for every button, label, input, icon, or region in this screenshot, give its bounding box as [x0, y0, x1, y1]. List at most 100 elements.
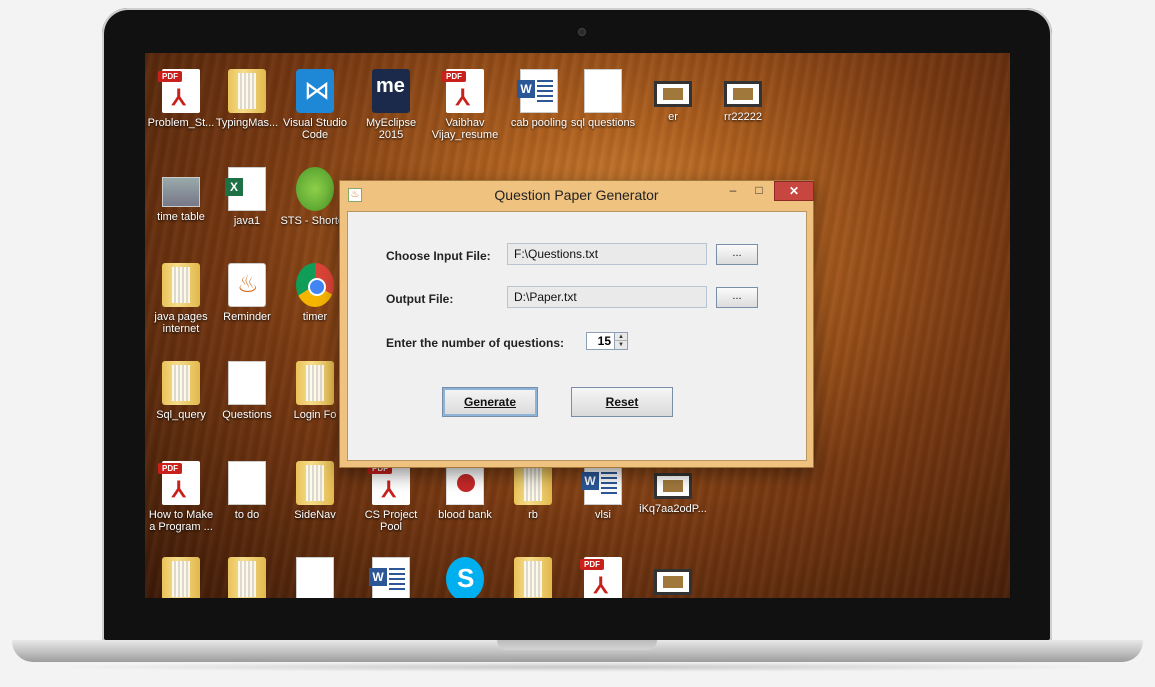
- desktop-icon[interactable]: [145, 557, 217, 598]
- desktop-icon-label: vlsi: [595, 509, 611, 521]
- text-doc-icon: [584, 69, 622, 113]
- desktop-icon[interactable]: CS Project Pool: [355, 461, 427, 533]
- desktop-icon[interactable]: MyEclipse 2015: [355, 69, 427, 141]
- desktop-icon[interactable]: Vaibhav Vijay_resume: [429, 69, 501, 141]
- excel-icon: [225, 167, 266, 211]
- desktop-icon-label: Visual Studio Code: [282, 117, 347, 141]
- desktop-icon[interactable]: [567, 557, 639, 598]
- input-file-label: Choose Input File:: [386, 249, 491, 263]
- desktop-icon-label: How to Make a Program ...: [148, 509, 214, 533]
- webcam-icon: [578, 28, 586, 36]
- text-doc-icon: [228, 361, 266, 405]
- desktop-icon[interactable]: to do: [211, 461, 283, 521]
- desktop-icon-label: cab pooling: [510, 117, 568, 129]
- desktop-icon[interactable]: [211, 557, 283, 598]
- desktop-icon-label: Sql_query: [156, 409, 206, 421]
- desktop-icon-label: Questions: [222, 409, 272, 421]
- desktop-icon-label: MyEclipse 2015: [365, 117, 417, 141]
- close-button[interactable]: ✕: [774, 181, 814, 201]
- folder-icon: [296, 461, 334, 505]
- maximize-button[interactable]: □: [746, 181, 772, 201]
- java-icon: [228, 263, 266, 307]
- folder-icon: [162, 263, 200, 307]
- desktop-icon[interactable]: [355, 557, 427, 598]
- word-doc-icon: [517, 69, 558, 113]
- desktop-icon-label: rb: [528, 509, 538, 521]
- question-count-label: Enter the number of questions:: [386, 336, 565, 350]
- desktop-icon[interactable]: How to Make a Program ...: [145, 461, 217, 533]
- desktop-icon[interactable]: rr22222: [707, 69, 779, 123]
- desktop-icon-label: sql questions: [570, 117, 636, 129]
- desktop-icon-label: time table: [157, 211, 205, 223]
- word-doc-icon: [369, 557, 410, 598]
- desktop-icon-label: rr22222: [724, 111, 762, 123]
- desktop-icon[interactable]: [429, 557, 501, 598]
- desktop-icon[interactable]: cab pooling: [503, 69, 575, 129]
- laptop-base-notch: [497, 640, 657, 650]
- minimize-button[interactable]: –: [720, 181, 746, 201]
- desktop-icon[interactable]: blood bank: [429, 461, 501, 521]
- input-browse-button[interactable]: ...: [716, 244, 758, 265]
- slide-icon: [654, 81, 692, 107]
- dialog-content: Choose Input File: F:\Questions.txt ... …: [347, 211, 807, 461]
- spring-icon: [296, 167, 334, 211]
- pdf-icon: [158, 69, 200, 113]
- pdf-icon: [580, 557, 622, 598]
- desktop-icon[interactable]: vlsi: [567, 461, 639, 521]
- question-count-value[interactable]: 15: [598, 334, 611, 348]
- text-doc-icon: [296, 557, 334, 598]
- input-file-field[interactable]: F:\Questions.txt: [507, 243, 707, 265]
- desktop-icon[interactable]: java pages internet: [145, 263, 217, 335]
- desktop-icon-label: Reminder: [223, 311, 271, 323]
- slide-icon: [654, 473, 692, 499]
- folder-icon: [162, 557, 200, 598]
- spinner-up-arrow-icon[interactable]: ▲: [614, 333, 627, 341]
- desktop-icon[interactable]: Problem_St...: [145, 69, 217, 129]
- question-count-spinner[interactable]: 15 ▲ ▼: [586, 332, 628, 350]
- desktop-icon-label: java pages internet: [154, 311, 208, 335]
- text-doc-icon: [228, 461, 266, 505]
- output-file-label: Output File:: [386, 292, 454, 306]
- chrome-icon: [296, 263, 334, 307]
- output-browse-button[interactable]: ...: [716, 287, 758, 308]
- desktop-icon[interactable]: [279, 557, 351, 598]
- vscode-icon: [296, 69, 334, 113]
- pdf-icon: [158, 461, 200, 505]
- desktop-icon[interactable]: sql questions: [567, 69, 639, 129]
- desktop-icon[interactable]: rb: [497, 461, 569, 521]
- desktop-icon[interactable]: time table: [145, 167, 217, 223]
- desktop-icon[interactable]: Questions: [211, 361, 283, 421]
- desktop-icon[interactable]: er: [637, 69, 709, 123]
- desktop-icon-label: SideNav: [294, 509, 336, 521]
- desktop-icon-label: blood bank: [438, 509, 492, 521]
- desktop-icon[interactable]: SideNav: [279, 461, 351, 521]
- desktop-icon-label: Vaibhav Vijay_resume: [431, 117, 499, 141]
- folder-icon: [228, 557, 266, 598]
- folder-icon: [296, 361, 334, 405]
- desktop-icon[interactable]: TypingMas...: [211, 69, 283, 129]
- desktop-icon-label: er: [668, 111, 678, 123]
- desktop-icon-label: iKq7aa2odP...: [639, 503, 707, 515]
- desktop-icon[interactable]: iKq7aa2odP...: [637, 461, 709, 515]
- output-file-field[interactable]: D:\Paper.txt: [507, 286, 707, 308]
- generate-button[interactable]: Generate: [442, 387, 538, 417]
- slide-icon: [654, 569, 692, 595]
- desktop-icon[interactable]: [637, 557, 709, 598]
- window-titlebar[interactable]: ♨ Question Paper Generator – □ ✕: [340, 181, 814, 209]
- pdf-icon: [442, 69, 484, 113]
- question-paper-generator-window: ♨ Question Paper Generator – □ ✕ Choose …: [339, 180, 814, 468]
- desktop-icon-label: java1: [233, 215, 261, 227]
- desktop-icon[interactable]: Reminder: [211, 263, 283, 323]
- desktop-icon[interactable]: java1: [211, 167, 283, 227]
- laptop-shadow: [40, 662, 1115, 672]
- desktop-icon-label: to do: [234, 509, 260, 521]
- desktop-icon[interactable]: [497, 557, 569, 598]
- myeclipse-icon: [372, 69, 410, 113]
- skype-icon: [446, 557, 484, 598]
- photo-icon: [162, 177, 200, 207]
- reset-button[interactable]: Reset: [571, 387, 673, 417]
- spinner-down-arrow-icon[interactable]: ▼: [614, 341, 627, 349]
- folder-icon: [162, 361, 200, 405]
- desktop-icon[interactable]: Sql_query: [145, 361, 217, 421]
- desktop-icon[interactable]: Visual Studio Code: [279, 69, 351, 141]
